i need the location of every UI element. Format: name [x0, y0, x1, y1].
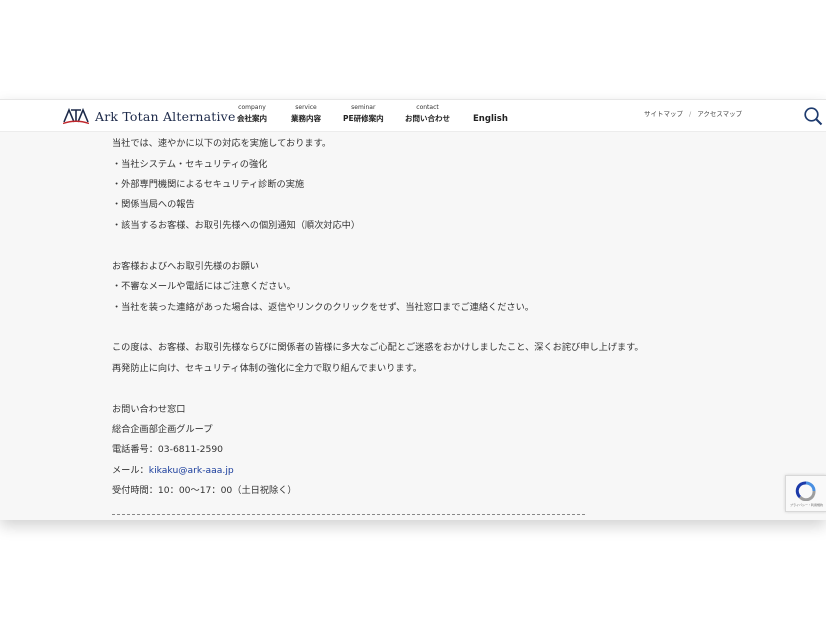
list-item: ・関係当局への報告 [112, 199, 195, 210]
ata-logo-icon [63, 107, 89, 125]
list-item: ・不審なメールや電話にはご注意ください。 [112, 281, 296, 292]
nav-service-en: service [295, 104, 317, 111]
nav-english[interactable]: English [473, 114, 508, 124]
text-line: 当社では、速やかに以下の対応を実施しております。 [112, 138, 332, 149]
nav-service-jp: 業務内容 [291, 114, 321, 123]
utility-links: サイトマップ / アクセスマップ [644, 108, 742, 118]
email-link[interactable]: kikaku@ark-aaa.jp [149, 465, 234, 476]
recaptcha-badge[interactable]: プライバシー・利用規約 [785, 475, 826, 512]
contact-heading: お問い合わせ窓口 [112, 404, 186, 415]
nav-service[interactable]: service 業務内容 [291, 104, 321, 124]
text-line: この度は、お客様、お取引先様ならびに関係者の皆様に多大なご心配とご迷惑をおかけし… [112, 342, 644, 353]
page-viewport: Ark Totan Alternative company 会社案内 servi… [0, 99, 826, 520]
nav-company-en: company [238, 104, 266, 111]
contact-email-line: メール：kikaku@ark-aaa.jp [112, 462, 234, 476]
nav-contact-en: contact [416, 104, 439, 111]
email-label: メール： [112, 465, 149, 476]
nav-company[interactable]: company 会社案内 [237, 104, 267, 124]
nav-contact[interactable]: contact お問い合わせ [405, 104, 450, 124]
section-heading: お客様およびへお取引先様のお願い [112, 261, 259, 272]
brand-logo[interactable]: Ark Totan Alternative [63, 107, 236, 125]
site-header: Ark Totan Alternative company 会社案内 servi… [0, 99, 826, 132]
nav-company-jp: 会社案内 [237, 114, 267, 123]
list-item: ・該当するお客様、お取引先様への個別通知（順次対応中） [112, 220, 361, 231]
sitemap-link[interactable]: サイトマップ [644, 110, 683, 118]
recaptcha-terms[interactable]: プライバシー・利用規約 [790, 503, 823, 507]
list-item: ・当社システム・セキュリティの強化 [112, 159, 268, 170]
list-item: ・外部専門機関によるセキュリティ診断の実施 [112, 179, 305, 190]
text-line: 再発防止に向け、セキュリティ体制の強化に全力で取り組んでまいります。 [112, 363, 422, 374]
access-map-link[interactable]: アクセスマップ [697, 110, 742, 118]
list-item: ・当社を装った連絡があった場合は、返信やリンクのクリックをせず、当社窓口までご連… [112, 302, 534, 313]
search-icon[interactable] [803, 106, 823, 126]
util-separator: / [689, 110, 692, 118]
contact-phone: 電話番号：03-6811-2590 [112, 444, 224, 455]
nav-seminar-en: seminar [351, 104, 376, 111]
nav-seminar[interactable]: seminar PE研修案内 [343, 104, 384, 124]
brand-name: Ark Totan Alternative [95, 108, 236, 124]
recaptcha-icon [795, 481, 816, 501]
dashed-divider [112, 514, 585, 515]
contact-department: 総合企画部企画グループ [112, 424, 213, 435]
nav-contact-jp: お問い合わせ [405, 114, 450, 123]
contact-hours: 受付時間：10：00〜17：00（土日祝除く） [112, 485, 297, 496]
nav-seminar-jp: PE研修案内 [343, 114, 384, 123]
